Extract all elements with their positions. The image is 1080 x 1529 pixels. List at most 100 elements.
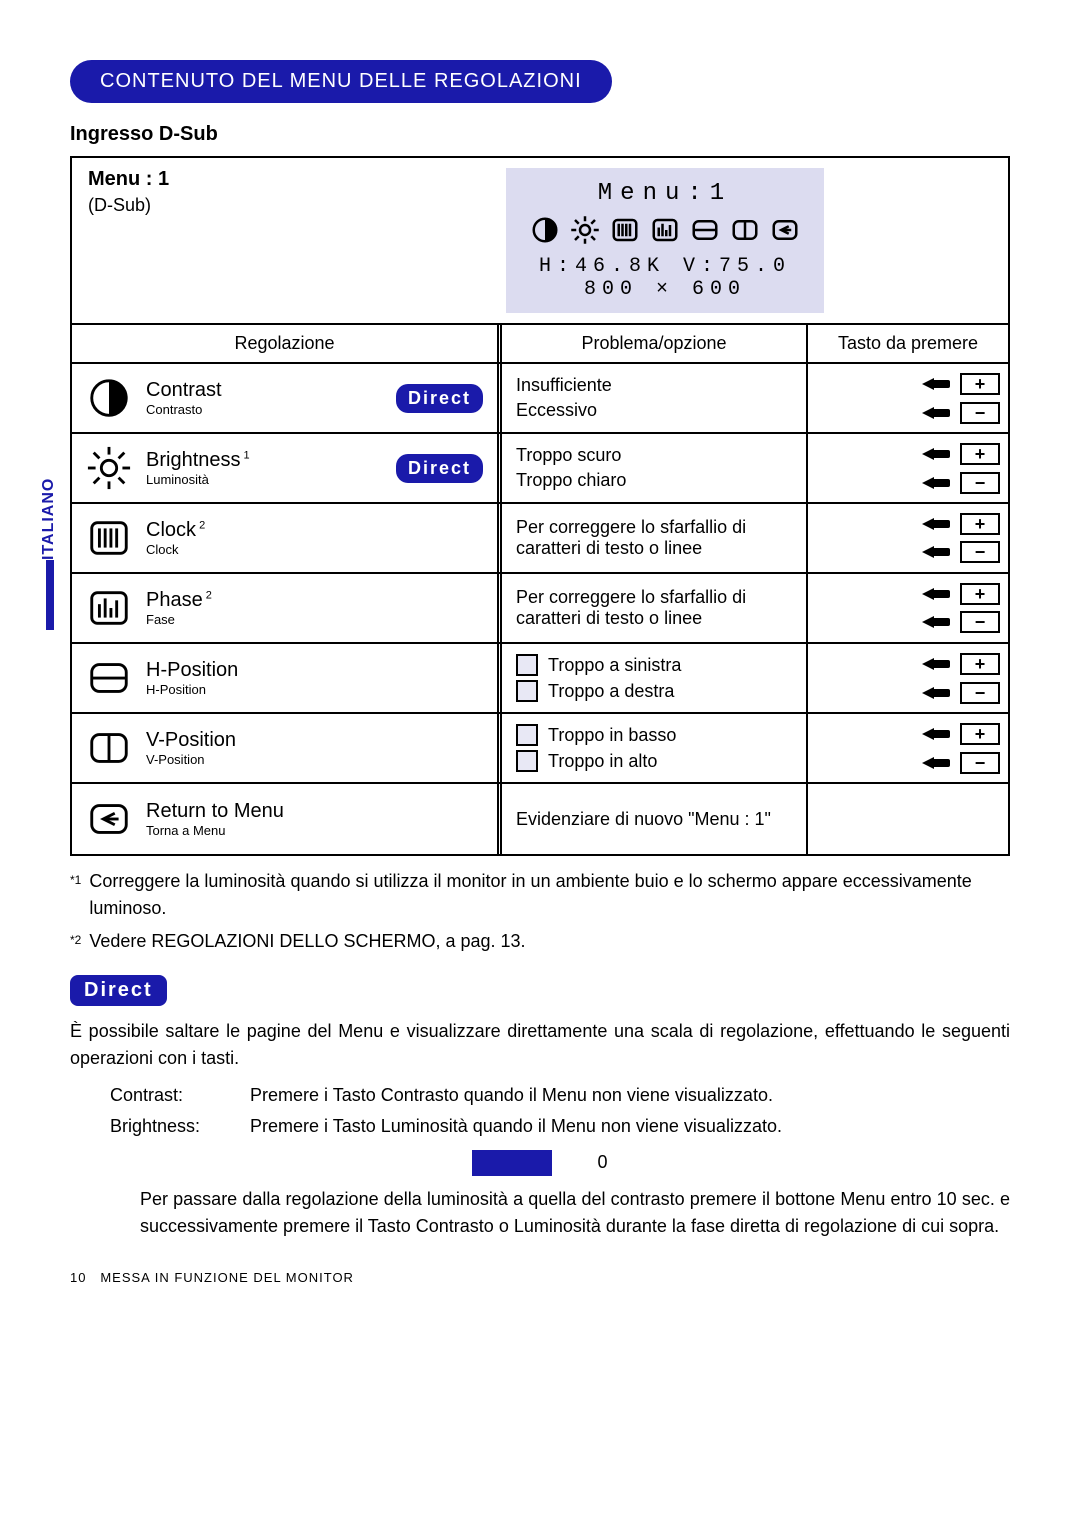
key-press-indicator: − <box>922 611 1000 633</box>
osd-preview: Menu:1 H:46.8K V:75.0 800 × 600 <box>506 168 824 313</box>
problem-option: Troppo a sinistra <box>516 654 792 676</box>
menu-id-cell: Menu : 1 (D-Sub) <box>72 158 322 323</box>
settings-table: Menu : 1 (D-Sub) Menu:1 <box>70 156 1010 856</box>
problem-cell: Per correggere lo sfarfallio di caratter… <box>502 574 808 642</box>
position-indicator-icon <box>516 654 538 676</box>
footnote-mark-1: *1 <box>70 868 81 922</box>
key-cell: +− <box>808 504 1008 572</box>
hand-pointer-icon <box>922 473 952 493</box>
hand-pointer-icon <box>922 612 952 632</box>
problem-option: Per correggere lo sfarfallio di caratter… <box>516 587 792 629</box>
footnote-1: Correggere la luminosità quando si utili… <box>89 868 1010 922</box>
setting-name: Return to Menu <box>146 800 483 823</box>
hand-pointer-icon <box>922 514 952 534</box>
problem-option: Troppo chiaro <box>516 470 792 491</box>
return-icon <box>770 215 800 245</box>
key-press-indicator: + <box>922 583 1000 605</box>
key-cell: +− <box>808 434 1008 502</box>
col-header-problema: Problema/opzione <box>502 325 808 362</box>
blue-block <box>472 1150 552 1176</box>
setting-name: Contrast <box>146 379 382 402</box>
direct-item-key-1: Brightness: <box>110 1113 230 1140</box>
key-press-indicator: − <box>922 541 1000 563</box>
return-icon <box>86 796 132 842</box>
plus-button-icon: + <box>960 513 1000 535</box>
key-cell: +− <box>808 644 1008 712</box>
hand-pointer-icon <box>922 542 952 562</box>
hand-pointer-icon <box>922 584 952 604</box>
col-header-regolazione: Regolazione <box>72 325 502 362</box>
osd-title: Menu:1 <box>530 180 800 207</box>
problem-cell: Troppo in basso Troppo in alto <box>502 714 808 782</box>
footnotes: *1Correggere la luminosità quando si uti… <box>70 868 1010 955</box>
key-press-indicator: − <box>922 682 1000 704</box>
problem-option: Insufficiente <box>516 375 792 396</box>
setting-name: Phase 2 <box>146 589 483 612</box>
setting-translation: Luminosità <box>146 472 382 487</box>
hand-pointer-icon <box>922 403 952 423</box>
table-header: Regolazione Problema/opzione Tasto da pr… <box>72 325 1008 364</box>
key-press-indicator: − <box>922 472 1000 494</box>
footnote-mark-2: *2 <box>70 928 81 955</box>
direct-intro: È possibile saltare le pagine del Menu e… <box>70 1018 1010 1072</box>
key-cell: +− <box>808 574 1008 642</box>
hand-pointer-icon <box>922 654 952 674</box>
table-row: H-PositionH-Position Troppo a sinistraTro… <box>72 644 1008 714</box>
setting-name: Clock 2 <box>146 519 483 542</box>
brightness-icon <box>86 445 132 491</box>
plus-button-icon: + <box>960 653 1000 675</box>
table-row: Brightness 1LuminositàDirectTroppo scuro… <box>72 434 1008 504</box>
setting-translation: H-Position <box>146 682 483 697</box>
key-cell: +− <box>808 364 1008 432</box>
hand-pointer-icon <box>922 683 952 703</box>
contrast-icon <box>86 375 132 421</box>
setting-translation: Fase <box>146 612 483 627</box>
zero-marker: 0 <box>598 1152 608 1172</box>
problem-cell: InsufficienteEccessivo <box>502 364 808 432</box>
table-row: ContrastContrastoDirectInsufficienteEcce… <box>72 364 1008 434</box>
hpos-icon <box>690 215 720 245</box>
key-press-indicator: + <box>922 373 1000 395</box>
table-row: V-PositionV-PositionTroppo in bassoTropp… <box>72 714 1008 784</box>
key-press-indicator: + <box>922 723 1000 745</box>
menu-source: (D-Sub) <box>88 195 306 216</box>
hand-pointer-icon <box>922 444 952 464</box>
problem-option: Troppo in alto <box>516 750 792 772</box>
side-language-bar <box>46 560 54 630</box>
setting-name: H-Position <box>146 659 483 682</box>
key-press-indicator: + <box>922 653 1000 675</box>
plus-button-icon: + <box>960 723 1000 745</box>
col-header-tasto: Tasto da premere <box>808 325 1008 362</box>
table-row: Clock 2ClockPer correggere lo sfarfallio… <box>72 504 1008 574</box>
osd-res: 800 × 600 <box>530 278 800 301</box>
direct-section-title: Direct <box>70 975 167 1006</box>
minus-button-icon: − <box>960 611 1000 633</box>
problem-option: Per correggere lo sfarfallio di caratter… <box>516 517 792 559</box>
minus-button-icon: − <box>960 472 1000 494</box>
position-indicator-icon <box>516 724 538 746</box>
footnote-2: Vedere REGOLAZIONI DELLO SCHERMO, a pag.… <box>89 928 525 955</box>
clock-icon <box>86 515 132 561</box>
osd-freq: H:46.8K V:75.0 <box>530 255 800 278</box>
minus-button-icon: − <box>960 752 1000 774</box>
minus-button-icon: − <box>960 402 1000 424</box>
osd-icon-row <box>530 215 800 245</box>
problem-option: Troppo in basso <box>516 724 792 746</box>
setting-translation: Torna a Menu <box>146 823 483 838</box>
setting-translation: V-Position <box>146 752 483 767</box>
problem-option: Evidenziare di nuovo "Menu : 1" <box>516 809 792 830</box>
setting-name: Brightness 1 <box>146 449 382 472</box>
hand-pointer-icon <box>922 753 952 773</box>
hand-pointer-icon <box>922 374 952 394</box>
vpos-icon <box>86 725 132 771</box>
problem-cell: Troppo a sinistraTroppo a destra <box>502 644 808 712</box>
direct-badge: Direct <box>396 384 483 413</box>
brightness-icon <box>570 215 600 245</box>
contrast-icon <box>530 215 560 245</box>
problem-cell: Evidenziare di nuovo "Menu : 1" <box>502 784 808 854</box>
menu-number: Menu : 1 <box>88 168 306 191</box>
key-cell: +− <box>808 714 1008 782</box>
position-indicator-icon <box>516 680 538 702</box>
direct-badge: Direct <box>396 454 483 483</box>
direct-item-val-0: Premere i Tasto Contrasto quando il Menu… <box>250 1082 773 1109</box>
